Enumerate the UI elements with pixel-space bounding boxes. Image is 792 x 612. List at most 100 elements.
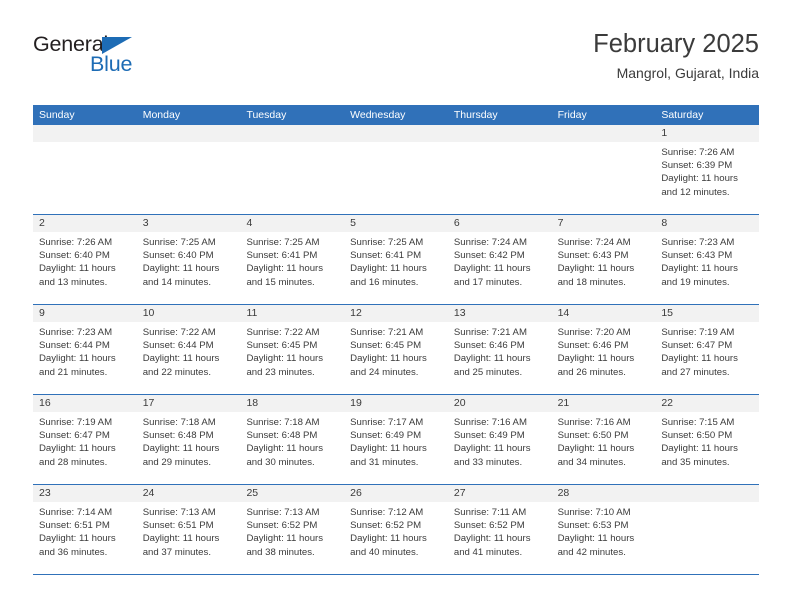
- day-number: 23: [33, 485, 137, 502]
- weekday-header-sunday: Sunday: [39, 109, 75, 121]
- calendar-day-cell[interactable]: 27 Sunrise: 7:11 AM Sunset: 6:52 PM Dayligh…: [447, 485, 552, 574]
- sunrise-text: Sunrise: 7:19 AM: [39, 417, 113, 428]
- calendar-day-cell[interactable]: 15 Sunrise: 7:19 AM Sunset: 6:47 PM Dayligh…: [655, 305, 760, 394]
- calendar-day-cell[interactable]: 20 Sunrise: 7:16 AM Sunset: 6:49 PM Dayligh…: [447, 395, 552, 484]
- calendar-day-cell[interactable]: 28 Sunrise: 7:10 AM Sunset: 6:53 PM Dayligh…: [551, 485, 656, 574]
- sunrise-text: Sunrise: 7:18 AM: [246, 417, 320, 428]
- daylight-text: Daylight: 11 hours and 14 minutes.: [142, 263, 220, 288]
- day-details: Sunrise: 7:20 AM Sunset: 6:46 PM Daylight:…: [552, 322, 656, 384]
- day-details: Sunrise: 7:13 AM Sunset: 6:51 PM Daylight:…: [137, 502, 241, 564]
- day-details: Sunrise: 7:12 AM Sunset: 6:52 PM Daylight:…: [344, 502, 448, 564]
- day-details: Sunrise: 7:10 AM Sunset: 6:53 PM Daylight:…: [552, 502, 656, 564]
- calendar-week-row: 23 Sunrise: 7:14 AM Sunset: 6:51 PM Dayligh…: [33, 485, 760, 575]
- weekday-header-friday: Friday: [557, 109, 587, 121]
- day-number: 26: [344, 485, 448, 502]
- calendar-day-cell[interactable]: 4 Sunrise: 7:25 AM Sunset: 6:41 PM Daylight…: [240, 215, 345, 304]
- sunset-text: Sunset: 6:43 PM: [557, 250, 629, 262]
- day-number: 9: [33, 305, 137, 322]
- daylight-text: Daylight: 11 hours and 13 minutes.: [39, 263, 116, 288]
- day-number: 12: [344, 305, 448, 322]
- calendar-day-cell[interactable]: 26 Sunrise: 7:12 AM Sunset: 6:52 PM Dayligh…: [344, 485, 448, 574]
- calendar-day-cell[interactable]: 12 Sunrise: 7:21 AM Sunset: 6:45 PM Dayligh…: [344, 305, 448, 394]
- day-number: [33, 125, 137, 142]
- calendar-day-cell[interactable]: 25 Sunrise: 7:13 AM Sunset: 6:52 PM Dayligh…: [240, 485, 345, 574]
- calendar-day-cell[interactable]: 16 Sunrise: 7:19 AM Sunset: 6:47 PM Dayligh…: [33, 395, 137, 484]
- sunset-text: Sunset: 6:41 PM: [350, 250, 422, 262]
- calendar-day-cell[interactable]: 10 Sunrise: 7:22 AM Sunset: 6:44 PM Dayligh…: [136, 305, 241, 394]
- day-details: Sunrise: 7:11 AM Sunset: 6:52 PM Daylight:…: [448, 502, 552, 564]
- sunset-text: Sunset: 6:51 PM: [39, 520, 110, 532]
- sunset-text: Sunset: 6:44 PM: [39, 340, 110, 352]
- sunset-text: Sunset: 6:44 PM: [142, 340, 214, 352]
- day-number: 24: [136, 485, 241, 502]
- day-number: 11: [240, 305, 345, 322]
- day-details: Sunrise: 7:23 AM Sunset: 6:43 PM Daylight:…: [655, 232, 759, 294]
- day-number: 17: [136, 395, 241, 412]
- calendar-day-cell[interactable]: 5 Sunrise: 7:25 AM Sunset: 6:41 PM Daylight…: [344, 215, 448, 304]
- day-number: 14: [551, 305, 656, 322]
- sunset-text: Sunset: 6:47 PM: [661, 340, 733, 352]
- daylight-text: Daylight: 11 hours and 23 minutes.: [246, 353, 324, 378]
- sunrise-text: Sunrise: 7:16 AM: [453, 417, 527, 428]
- daylight-text: Daylight: 11 hours and 40 minutes.: [350, 533, 427, 558]
- daylight-text: Daylight: 11 hours and 16 minutes.: [350, 263, 427, 288]
- calendar-day-cell[interactable]: 18 Sunrise: 7:18 AM Sunset: 6:48 PM Dayligh…: [240, 395, 345, 484]
- sunset-text: Sunset: 6:41 PM: [246, 250, 318, 262]
- day-details: Sunrise: 7:13 AM Sunset: 6:52 PM Daylight:…: [240, 502, 344, 564]
- day-number: 10: [136, 305, 241, 322]
- calendar-day-cell[interactable]: 17 Sunrise: 7:18 AM Sunset: 6:48 PM Dayligh…: [136, 395, 241, 484]
- calendar-day-cell[interactable]: 22 Sunrise: 7:15 AM Sunset: 6:50 PM Dayligh…: [655, 395, 760, 484]
- day-number: 21: [551, 395, 656, 412]
- day-number: 7: [551, 215, 656, 232]
- day-number: 4: [240, 215, 345, 232]
- title-block: February 2025 Mangrol, Gujarat, India: [593, 30, 759, 81]
- calendar-day-cell[interactable]: 7 Sunrise: 7:24 AM Sunset: 6:43 PM Daylight…: [551, 215, 656, 304]
- calendar-day-cell[interactable]: 21 Sunrise: 7:16 AM Sunset: 6:50 PM Dayligh…: [551, 395, 656, 484]
- calendar-week-row: 9 Sunrise: 7:23 AM Sunset: 6:44 PM Daylight…: [33, 305, 760, 395]
- calendar-day-cell[interactable]: 23 Sunrise: 7:14 AM Sunset: 6:51 PM Dayligh…: [33, 485, 137, 574]
- calendar-day-cell[interactable]: 3 Sunrise: 7:25 AM Sunset: 6:40 PM Daylight…: [136, 215, 241, 304]
- sunset-text: Sunset: 6:49 PM: [350, 430, 422, 442]
- sunrise-text: Sunrise: 7:15 AM: [661, 417, 735, 428]
- sunrise-text: Sunrise: 7:26 AM: [39, 237, 113, 248]
- calendar-day-cell-empty: [551, 125, 656, 214]
- calendar-day-cell[interactable]: 14 Sunrise: 7:20 AM Sunset: 6:46 PM Dayligh…: [551, 305, 656, 394]
- sunset-text: Sunset: 6:49 PM: [453, 430, 525, 442]
- weekday-header-row: Sunday Monday Tuesday Wednesday Thursday…: [33, 105, 759, 125]
- calendar-day-cell[interactable]: 1 Sunrise: 7:26 AM Sunset: 6:39 PM Daylight…: [655, 125, 760, 214]
- sunset-text: Sunset: 6:40 PM: [142, 250, 214, 262]
- daylight-text: Daylight: 11 hours and 38 minutes.: [246, 533, 324, 558]
- calendar-day-cell[interactable]: 13 Sunrise: 7:21 AM Sunset: 6:46 PM Dayligh…: [447, 305, 552, 394]
- day-number: 13: [447, 305, 552, 322]
- sunset-text: Sunset: 6:52 PM: [350, 520, 422, 532]
- sunset-text: Sunset: 6:45 PM: [246, 340, 318, 352]
- page-subtitle: Mangrol, Gujarat, India: [616, 65, 759, 82]
- sunrise-text: Sunrise: 7:23 AM: [661, 237, 735, 248]
- day-number: [136, 125, 241, 142]
- daylight-text: Daylight: 11 hours and 21 minutes.: [39, 353, 116, 378]
- day-number: 15: [655, 305, 760, 322]
- day-details: Sunrise: 7:25 AM Sunset: 6:41 PM Daylight:…: [344, 232, 448, 294]
- sunrise-text: Sunrise: 7:24 AM: [557, 237, 631, 248]
- calendar-day-cell[interactable]: 19 Sunrise: 7:17 AM Sunset: 6:49 PM Dayligh…: [344, 395, 448, 484]
- calendar-day-cell[interactable]: 8 Sunrise: 7:23 AM Sunset: 6:43 PM Daylight…: [655, 215, 760, 304]
- calendar-day-cell[interactable]: 6 Sunrise: 7:24 AM Sunset: 6:42 PM Daylight…: [447, 215, 552, 304]
- day-number: [655, 485, 760, 502]
- day-number: 5: [344, 215, 448, 232]
- calendar-day-cell[interactable]: 2 Sunrise: 7:26 AM Sunset: 6:40 PM Daylight…: [33, 215, 137, 304]
- day-details: Sunrise: 7:21 AM Sunset: 6:46 PM Daylight:…: [448, 322, 552, 384]
- sunrise-text: Sunrise: 7:14 AM: [39, 507, 113, 518]
- sunrise-text: Sunrise: 7:22 AM: [246, 327, 320, 338]
- sunset-text: Sunset: 6:43 PM: [661, 250, 733, 262]
- day-number: 16: [33, 395, 137, 412]
- calendar-day-cell[interactable]: 24 Sunrise: 7:13 AM Sunset: 6:51 PM Dayligh…: [136, 485, 241, 574]
- weekday-header-monday: Monday: [142, 109, 181, 121]
- sunset-text: Sunset: 6:52 PM: [453, 520, 525, 532]
- calendar-day-cell[interactable]: 11 Sunrise: 7:22 AM Sunset: 6:45 PM Dayligh…: [240, 305, 345, 394]
- calendar-day-cell[interactable]: 9 Sunrise: 7:23 AM Sunset: 6:44 PM Daylight…: [33, 305, 137, 394]
- sunset-text: Sunset: 6:48 PM: [246, 430, 318, 442]
- day-number: 27: [447, 485, 552, 502]
- sunset-text: Sunset: 6:47 PM: [39, 430, 110, 442]
- day-details: Sunrise: 7:22 AM Sunset: 6:45 PM Daylight:…: [240, 322, 344, 384]
- calendar-day-cell-empty: [344, 125, 448, 214]
